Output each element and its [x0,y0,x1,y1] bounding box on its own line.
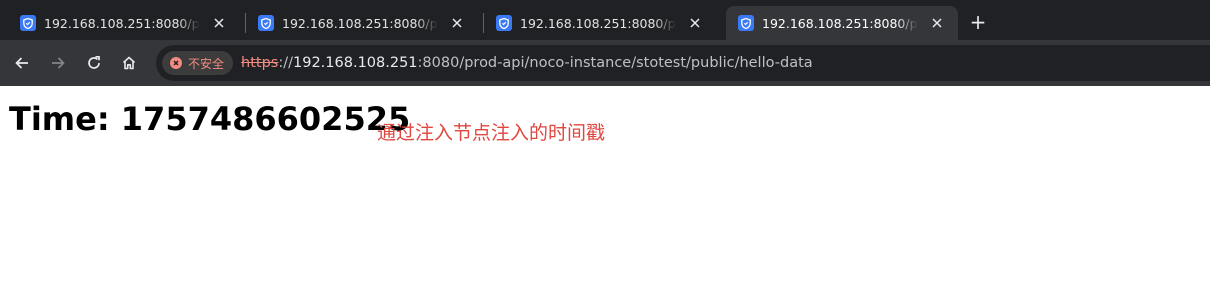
url-scheme: https [241,55,279,71]
shield-favicon-icon [738,15,754,31]
plus-icon: + [969,10,987,34]
security-label: 不安全 [188,56,225,71]
tab-title: 192.168.108.251:8080/prod-api/noco-insta… [762,15,918,31]
close-icon[interactable] [210,14,228,32]
tab-1[interactable]: 192.168.108.251:8080/prod-api/noco-insta… [8,6,244,40]
forward-button[interactable] [46,51,70,75]
security-indicator[interactable]: 不安全 [162,51,234,75]
browser-toolbar: 不安全 https://192.168.108.251:8080/prod-ap… [0,40,1210,86]
browser-window: 192.168.108.251:8080/prod-api/noco-insta… [0,0,1210,290]
shield-favicon-icon [20,15,36,31]
reload-button[interactable] [82,51,106,75]
back-button[interactable] [10,51,34,75]
url-separator: :// [278,55,293,71]
address-bar[interactable]: 不安全 https://192.168.108.251:8080/prod-ap… [156,45,1210,81]
reload-icon [88,55,100,69]
home-icon [122,56,136,70]
tab-strip: 192.168.108.251:8080/prod-api/noco-insta… [0,0,1210,40]
shield-favicon-icon [496,15,512,31]
tab-2[interactable]: 192.168.108.251:8080/prod-api/noco-insta… [246,6,484,40]
tab-active[interactable]: 192.168.108.251:8080/prod-api/noco-insta… [726,6,958,40]
timestamp-note: 通过注入节点注入的时间戳 [377,122,606,144]
tab-title: 192.168.108.251:8080/prod-api/noco-insta… [520,15,676,31]
close-icon[interactable] [928,14,946,32]
url-path: :8080/prod-api/noco-instance/stotest/pub… [417,55,813,71]
home-button[interactable] [117,51,141,75]
close-icon[interactable] [448,14,466,32]
not-secure-icon [170,57,182,69]
forward-arrow-icon [52,57,65,69]
tab-title: 192.168.108.251:8080/prod-api/noco-insta… [44,15,200,31]
url-text[interactable]: https://192.168.108.251:8080/prod-api/no… [241,55,813,71]
new-tab-button[interactable]: + [966,10,990,34]
url-host: 192.168.108.251 [293,55,418,71]
tab-title: 192.168.108.251:8080/prod-api/noco-insta… [282,15,438,31]
close-icon[interactable] [686,14,704,32]
tab-3[interactable]: 192.168.108.251:8080/prod-api/noco-insta… [484,6,722,40]
back-arrow-icon [15,57,28,69]
page-content: Time: 1757486602525 通过注入节点注入的时间戳 [0,86,1210,290]
shield-favicon-icon [258,15,274,31]
time-heading: Time: 1757486602525 [9,100,411,138]
